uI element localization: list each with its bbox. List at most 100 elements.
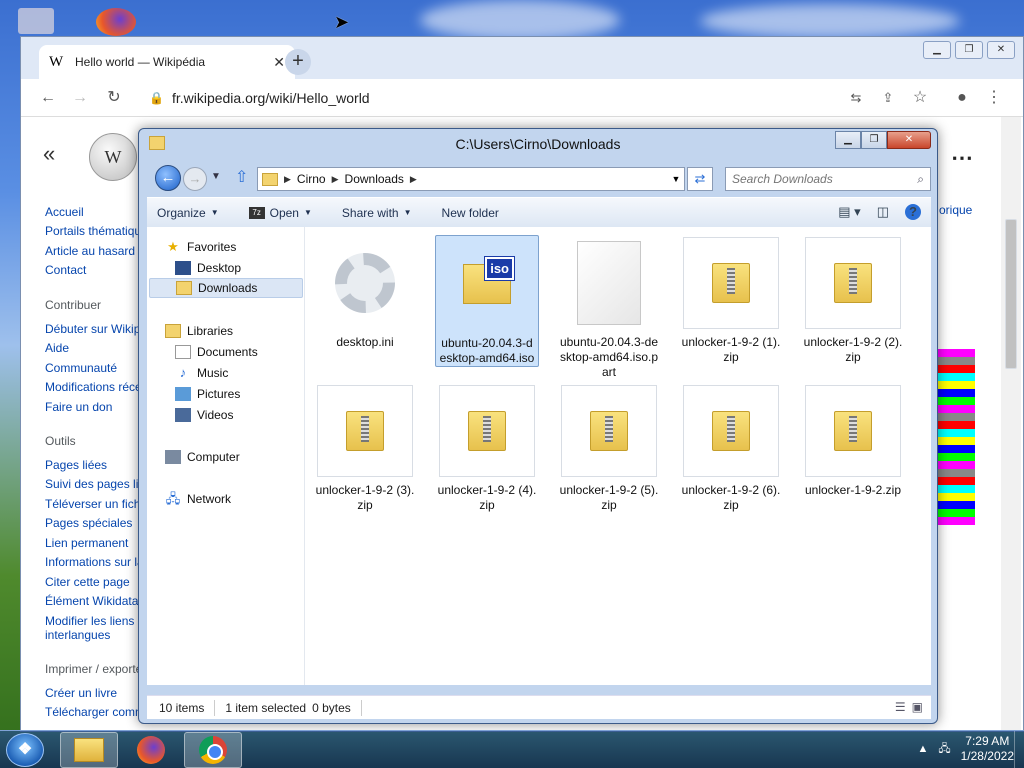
file-item[interactable]: unlocker-1-9-2 (4).zip: [435, 383, 539, 513]
nav-libraries[interactable]: Libraries: [165, 321, 233, 341]
file-item[interactable]: desktop.ini: [313, 235, 417, 350]
network-icon: 🖧: [165, 491, 181, 506]
nav-desktop[interactable]: Desktop: [175, 258, 241, 278]
file-item[interactable]: unlocker-1-9-2 (5).zip: [557, 383, 661, 513]
help-icon[interactable]: ?: [905, 204, 921, 220]
minimize-button[interactable]: ▁: [923, 41, 951, 59]
nav-music[interactable]: ♪ Music: [175, 363, 229, 383]
refresh-button[interactable]: ⇄: [687, 167, 713, 191]
sidebar-link[interactable]: Pages liées: [45, 458, 151, 472]
large-icons-view-icon[interactable]: ▣: [912, 700, 923, 714]
more-menu-icon[interactable]: ⋯: [951, 145, 973, 171]
share-with-button[interactable]: Share with ▼: [342, 206, 412, 220]
new-tab-button[interactable]: +: [285, 49, 311, 75]
nav-network[interactable]: 🖧 Network: [165, 489, 231, 509]
file-item[interactable]: unlocker-1-9-2 (2).zip: [801, 235, 905, 365]
breadcrumb-item[interactable]: Downloads: [345, 172, 404, 186]
clock[interactable]: 7:29 AM 1/28/2022: [961, 734, 1014, 764]
firefox-desktop-icon[interactable]: [96, 8, 136, 36]
sidebar-link[interactable]: Télécharger comme PDF: [45, 705, 151, 719]
forward-button[interactable]: →: [183, 167, 207, 191]
minimize-button[interactable]: ▁: [835, 131, 861, 149]
tab-title: Hello world — Wikipédia: [75, 55, 206, 69]
open-button[interactable]: 7z Open ▼: [248, 206, 312, 220]
sidebar-link[interactable]: Contact: [45, 263, 151, 277]
taskbar-explorer-button[interactable]: [60, 732, 118, 768]
chevron-down-icon[interactable]: ▼: [668, 174, 684, 184]
sidebar-link[interactable]: Aide: [45, 341, 151, 355]
organize-button[interactable]: Organize ▼: [157, 206, 219, 220]
preview-pane-icon[interactable]: ◫: [877, 204, 889, 220]
file-item[interactable]: unlocker-1-9-2 (6).zip: [679, 383, 783, 513]
breadcrumb-item[interactable]: Cirno: [297, 172, 326, 186]
search-input[interactable]: [732, 172, 918, 186]
address-bar[interactable]: 🔒 fr.wikipedia.org/wiki/Hello_world: [141, 85, 961, 111]
sidebar-link[interactable]: Accueil: [45, 205, 151, 219]
show-desktop-button[interactable]: [1014, 731, 1024, 768]
translate-icon[interactable]: ⇆: [845, 87, 867, 109]
recent-locations-dropdown-icon[interactable]: ▼: [211, 171, 221, 182]
search-icon[interactable]: ⌕: [917, 172, 924, 187]
sidebar-link[interactable]: Citer cette page: [45, 575, 151, 589]
maximize-button[interactable]: ❐: [955, 41, 983, 59]
profile-avatar-icon[interactable]: ●: [951, 87, 973, 109]
sidebar-link[interactable]: Communauté: [45, 361, 151, 375]
file-item[interactable]: unlocker-1-9-2 (1).zip: [679, 235, 783, 365]
search-box[interactable]: ⌕: [725, 167, 931, 191]
nav-downloads[interactable]: Downloads: [149, 278, 303, 298]
sidebar-link[interactable]: Faire un don: [45, 400, 151, 414]
sidebar-link[interactable]: Débuter sur Wikipédia: [45, 322, 151, 336]
article-image[interactable]: [937, 349, 975, 525]
nav-computer[interactable]: Computer: [165, 447, 240, 467]
file-item-selected[interactable]: iso ubuntu-20.04.3-desktop-amd64.iso: [435, 235, 539, 367]
up-arrow-icon[interactable]: ⇧: [235, 167, 248, 187]
share-icon[interactable]: ⇪: [877, 87, 899, 109]
close-button[interactable]: ✕: [987, 41, 1015, 59]
forward-arrow-icon[interactable]: →: [69, 87, 91, 109]
chevron-right-icon[interactable]: ▶: [284, 174, 291, 185]
close-tab-icon[interactable]: ✕: [273, 54, 285, 71]
start-button[interactable]: ❖: [6, 733, 44, 767]
tab-wikipedia[interactable]: W Hello world — Wikipédia ✕: [39, 45, 295, 79]
close-button[interactable]: ✕: [887, 131, 931, 149]
page-scrollbar[interactable]: [1001, 117, 1021, 731]
back-arrow-icon[interactable]: ←: [37, 87, 59, 109]
nav-documents[interactable]: Documents: [175, 342, 258, 362]
chevron-right-icon[interactable]: ▶: [410, 174, 417, 185]
sidebar-link[interactable]: Créer un livre: [45, 686, 151, 700]
details-view-icon[interactable]: ☰: [895, 700, 906, 714]
file-item[interactable]: unlocker-1-9-2.zip: [801, 383, 905, 498]
breadcrumb-bar[interactable]: ▶ Cirno ▶ Downloads ▶ ▼: [257, 167, 685, 191]
sidebar-link[interactable]: Élément Wikidata: [45, 594, 151, 608]
taskbar-firefox-button[interactable]: [122, 732, 180, 768]
sidebar-link[interactable]: Téléverser un fichier: [45, 497, 151, 511]
sidebar-link[interactable]: Article au hasard: [45, 244, 151, 258]
sidebar-link[interactable]: Lien permanent: [45, 536, 151, 550]
maximize-button[interactable]: ❐: [861, 131, 887, 149]
file-item[interactable]: unlocker-1-9-2 (3).zip: [313, 383, 417, 513]
sidebar-link[interactable]: Modifier les liens interlangues: [45, 614, 151, 642]
sidebar-link[interactable]: Suivi des pages liées: [45, 477, 151, 491]
sidebar-link[interactable]: Informations sur la page: [45, 555, 151, 569]
back-button[interactable]: ←: [155, 165, 181, 191]
scrollbar-thumb[interactable]: [1005, 219, 1017, 369]
reload-icon[interactable]: ↻: [103, 87, 125, 109]
history-tab-fragment[interactable]: orique: [939, 203, 972, 217]
bookmark-star-icon[interactable]: ☆: [909, 87, 931, 109]
nav-favorites[interactable]: ★ Favorites: [165, 237, 236, 257]
file-item[interactable]: ubuntu-20.04.3-desktop-amd64.iso.part: [557, 235, 661, 380]
tray-expand-icon[interactable]: ▲: [917, 743, 928, 755]
chrome-icon: [199, 736, 227, 764]
sidebar-link[interactable]: Pages spéciales: [45, 516, 151, 530]
network-tray-icon[interactable]: 🖧: [938, 740, 950, 759]
new-folder-button[interactable]: New folder: [442, 206, 499, 220]
nav-videos[interactable]: Videos: [175, 405, 233, 425]
recycle-bin-icon[interactable]: [18, 8, 54, 34]
sidebar-link[interactable]: Modifications récentes: [45, 380, 151, 394]
chevron-right-icon[interactable]: ▶: [332, 174, 339, 185]
menu-kebab-icon[interactable]: ⋮: [983, 87, 1005, 109]
sidebar-link[interactable]: Portails thématiques: [45, 224, 151, 238]
change-view-icon[interactable]: ▤ ▾: [838, 204, 860, 220]
taskbar-chrome-button[interactable]: [184, 732, 242, 768]
nav-pictures[interactable]: Pictures: [175, 384, 240, 404]
